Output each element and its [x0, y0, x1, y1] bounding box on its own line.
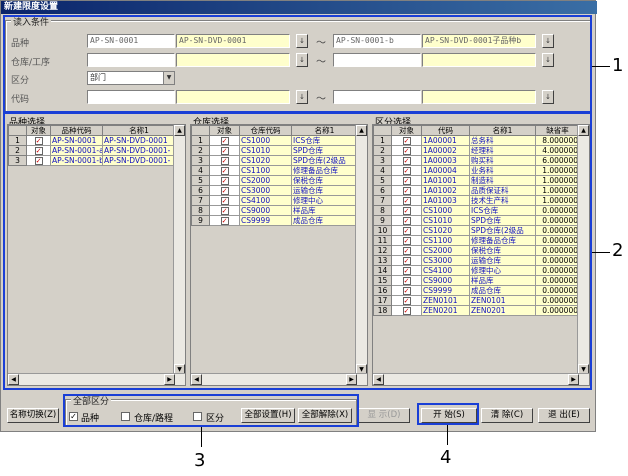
- callout-number-3: 3: [194, 450, 206, 471]
- highlight-frame-input-conditions: [3, 15, 592, 113]
- window-title: 新建限度设置: [1, 1, 597, 14]
- highlight-frame-selection-panels: [3, 112, 592, 390]
- callout-line-4: [447, 425, 448, 445]
- callout-line-3: [201, 427, 202, 447]
- display-button[interactable]: 显 示(D): [358, 408, 410, 423]
- callout-number-1: 1: [612, 55, 624, 76]
- callout-number-4: 4: [440, 447, 452, 468]
- callout-line-1: [592, 66, 610, 67]
- callout-line-2: [592, 252, 610, 253]
- exit-button[interactable]: 退 出(E): [538, 408, 590, 423]
- highlight-frame-start-button: [417, 403, 479, 425]
- clear-button[interactable]: 清 除(C): [481, 408, 533, 423]
- name-switch-button[interactable]: 名称切换(Z): [7, 408, 59, 423]
- highlight-frame-all-category: [63, 394, 359, 427]
- callout-number-2: 2: [612, 240, 624, 261]
